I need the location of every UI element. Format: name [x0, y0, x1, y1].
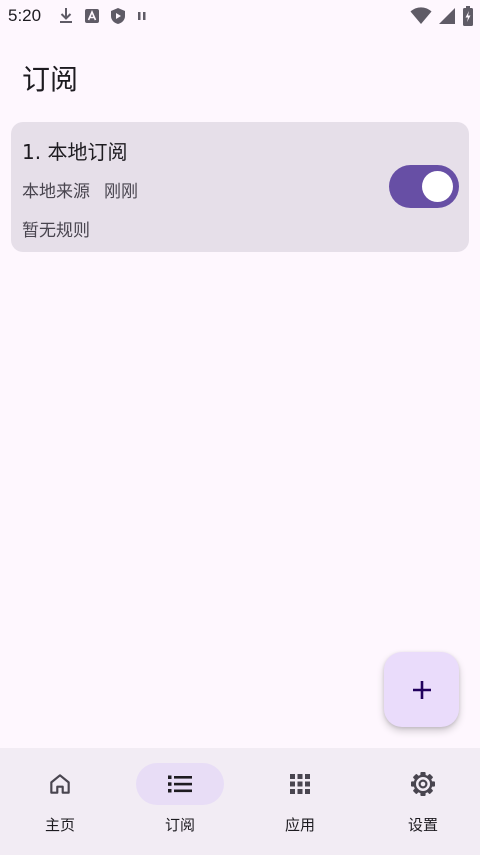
home-icon — [47, 771, 73, 797]
wifi-icon — [410, 7, 432, 25]
page-title: 订阅 — [22, 63, 79, 96]
status-time: 5:20 — [8, 6, 42, 25]
battery-charging-icon — [462, 6, 474, 26]
nav-indicator — [16, 763, 104, 805]
subscription-meta: 本地来源 刚刚 — [22, 177, 138, 202]
subscription-card[interactable]: 1. 本地订阅 本地来源 刚刚 暂无规则 — [11, 122, 469, 252]
toggle-knob — [422, 171, 453, 202]
nav-item-home[interactable]: 主页 — [0, 748, 120, 855]
nav-label-apps: 应用 — [284, 816, 315, 834]
nav-item-subscriptions[interactable]: 订阅 — [120, 748, 240, 855]
subscription-rules-status: 暂无规则 — [22, 221, 90, 241]
nav-label-settings: 设置 — [407, 816, 438, 834]
pause-icon — [136, 10, 148, 22]
add-subscription-button[interactable] — [384, 652, 459, 727]
settings-gear-icon — [409, 770, 437, 798]
status-system-icons — [410, 6, 474, 26]
subscription-updated-time: 刚刚 — [104, 182, 138, 202]
shield-play-icon — [110, 7, 126, 25]
status-notification-icons — [58, 6, 148, 26]
nav-indicator-active — [136, 763, 224, 805]
android-app-icon — [84, 8, 100, 24]
subscription-source: 本地来源 — [22, 182, 90, 202]
nav-label-subscriptions: 订阅 — [164, 816, 195, 834]
nav-indicator — [379, 763, 467, 805]
add-icon — [410, 678, 434, 702]
download-icon — [58, 7, 74, 25]
nav-label-home: 主页 — [44, 816, 75, 834]
subscription-title: 1. 本地订阅 — [22, 140, 128, 164]
list-icon — [166, 772, 194, 796]
bottom-navigation: 主页 订阅 应用 设置 — [0, 748, 480, 855]
apps-grid-icon — [288, 772, 312, 796]
status-bar: 5:20 — [0, 0, 480, 32]
signal-icon — [438, 7, 456, 25]
nav-item-settings[interactable]: 设置 — [363, 748, 480, 855]
nav-indicator — [256, 763, 344, 805]
subscription-enable-toggle[interactable] — [389, 165, 459, 208]
nav-item-apps[interactable]: 应用 — [240, 748, 360, 855]
